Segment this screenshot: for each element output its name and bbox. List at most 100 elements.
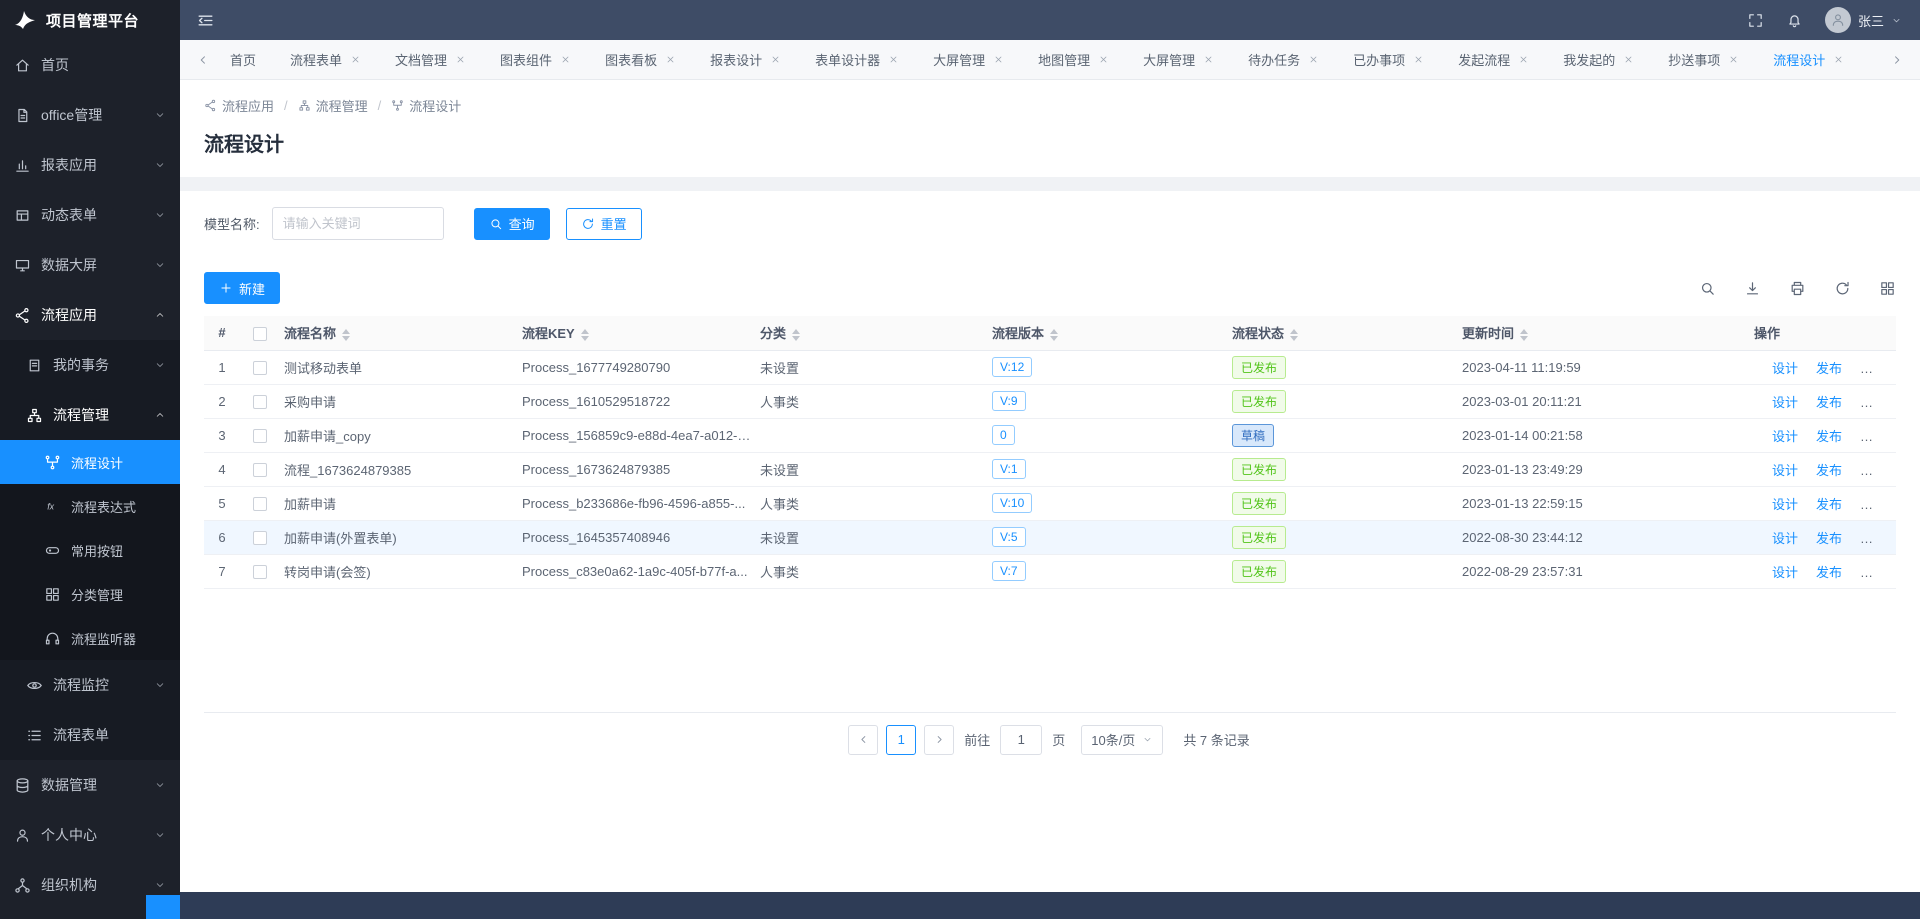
tab-close-icon[interactable] (1308, 54, 1319, 65)
row-checkbox[interactable] (253, 462, 267, 477)
breadcrumb-item[interactable]: 流程管理 (298, 96, 368, 115)
tab-close-icon[interactable] (560, 54, 571, 65)
tab-close-icon[interactable] (888, 54, 899, 65)
notification-bell-icon[interactable] (1786, 12, 1803, 29)
select-all-checkbox[interactable] (253, 326, 267, 341)
pagination-page-button[interactable]: 1 (886, 724, 917, 755)
tab[interactable]: 流程表单 (278, 40, 373, 80)
design-link[interactable]: 设计 (1772, 494, 1798, 513)
design-link[interactable]: 设计 (1772, 460, 1798, 479)
sidebar-fold-icon[interactable] (196, 11, 215, 30)
sidebar-item-process-monitor[interactable]: 流程监控 (0, 660, 180, 710)
tab-close-icon[interactable] (350, 54, 361, 65)
sidebar-item-category-manage[interactable]: 分类管理 (0, 572, 180, 616)
reset-button[interactable]: 重置 (565, 207, 642, 240)
table-row[interactable]: 4 流程_1673624879385 Process_1673624879385… (204, 452, 1896, 487)
sidebar-item-data-screen[interactable]: 数据大屏 (0, 240, 180, 290)
sidebar-item-process-expression[interactable]: 流程表达式 (0, 484, 180, 528)
tab[interactable]: 大屏管理 (921, 40, 1016, 80)
publish-link[interactable]: 发布 (1816, 494, 1842, 513)
refresh-icon[interactable] (1834, 280, 1851, 297)
sort-down-icon[interactable] (1290, 335, 1299, 341)
publish-link[interactable]: 发布 (1816, 460, 1842, 479)
sort-down-icon[interactable] (1520, 335, 1529, 341)
download-icon[interactable] (1744, 280, 1761, 297)
design-link[interactable]: 设计 (1772, 392, 1798, 411)
tab[interactable]: 抄送事项 (1656, 40, 1751, 80)
sidebar-item-workflow-manage[interactable]: 流程管理 (0, 390, 180, 440)
tab[interactable]: 发起流程 (1446, 40, 1541, 80)
pagination-goto-input[interactable] (1000, 724, 1043, 755)
design-link[interactable]: 设计 (1772, 562, 1798, 581)
table-row[interactable]: 5 加薪申请 Process_b233686e-fb96-4596-a855-.… (204, 486, 1896, 521)
tab-close-icon[interactable] (1203, 54, 1214, 65)
row-checkbox[interactable] (253, 360, 267, 375)
tabs-scroll-left[interactable] (188, 40, 218, 80)
tab-close-icon[interactable] (770, 54, 781, 65)
tab[interactable]: 已办事项 (1341, 40, 1436, 80)
sidebar-item-process-form[interactable]: 流程表单 (0, 710, 180, 760)
sidebar-item-workflow-app[interactable]: 流程应用 (0, 290, 180, 340)
sidebar-item-personal-center[interactable]: 个人中心 (0, 810, 180, 860)
publish-link[interactable]: 发布 (1816, 528, 1842, 547)
breadcrumb-item[interactable]: 流程应用 (204, 96, 274, 115)
design-link[interactable]: 设计 (1772, 528, 1798, 547)
sidebar-item-report[interactable]: 报表应用 (0, 140, 180, 190)
row-checkbox[interactable] (253, 496, 267, 511)
design-link[interactable]: 设计 (1772, 358, 1798, 377)
sidebar-item-home[interactable]: 首页 (0, 40, 180, 90)
table-row[interactable]: 7 转岗申请(会签) Process_c83e0a62-1a9c-405f-b7… (204, 554, 1896, 589)
tab-close-icon[interactable] (1623, 54, 1634, 65)
print-icon[interactable] (1789, 280, 1806, 297)
tab-close-icon[interactable] (1413, 54, 1424, 65)
row-checkbox[interactable] (253, 530, 267, 545)
tab[interactable]: 大屏管理 (1131, 40, 1226, 80)
page-size-select[interactable]: 10条/页 (1081, 724, 1164, 755)
user-menu[interactable]: 张三 (1824, 7, 1902, 33)
sort-up-icon[interactable] (1520, 328, 1529, 334)
tab-close-icon[interactable] (1833, 54, 1844, 65)
sidebar-item-office[interactable]: office管理 (0, 90, 180, 140)
tab[interactable]: 文档管理 (383, 40, 478, 80)
tab[interactable]: 我发起的 (1551, 40, 1646, 80)
search-button[interactable]: 查询 (473, 207, 550, 240)
tab-close-icon[interactable] (455, 54, 466, 65)
tab[interactable]: 待办任务 (1236, 40, 1331, 80)
table-row[interactable]: 3 加薪申请_copy Process_156859c9-e88d-4ea7-a… (204, 418, 1896, 453)
tab-close-icon[interactable] (993, 54, 1004, 65)
sidebar-item-process-design[interactable]: 流程设计 (0, 440, 180, 484)
tab-active[interactable]: 流程设计 (1761, 40, 1856, 80)
sidebar-item-common-buttons[interactable]: 常用按钮 (0, 528, 180, 572)
tabs-scroll-right[interactable] (1882, 40, 1912, 80)
publish-link[interactable]: 发布 (1816, 358, 1842, 377)
pagination-next-button[interactable] (924, 724, 955, 755)
sidebar-item-data-manage[interactable]: 数据管理 (0, 760, 180, 810)
sort-up-icon[interactable] (580, 328, 589, 334)
sort-down-icon[interactable] (342, 335, 351, 341)
sort-down-icon[interactable] (1050, 335, 1059, 341)
sort-up-icon[interactable] (1290, 328, 1299, 334)
pagination-prev-button[interactable] (848, 724, 879, 755)
sidebar-scrollbar-thumb[interactable] (146, 895, 180, 919)
model-name-input[interactable] (271, 207, 444, 240)
tab-home[interactable]: 首页 (218, 40, 268, 80)
column-setting-icon[interactable] (1879, 280, 1896, 297)
publish-link[interactable]: 发布 (1816, 392, 1842, 411)
row-checkbox[interactable] (253, 394, 267, 409)
sort-up-icon[interactable] (792, 328, 801, 334)
tab-close-icon[interactable] (1518, 54, 1529, 65)
table-row[interactable]: 2 采购申请 Process_1610529518722 人事类 V:9 已发布… (204, 384, 1896, 419)
tab[interactable]: 图表看板 (593, 40, 688, 80)
design-link[interactable]: 设计 (1772, 426, 1798, 445)
new-button[interactable]: 新建 (204, 272, 281, 304)
tab[interactable]: 地图管理 (1026, 40, 1121, 80)
publish-link[interactable]: 发布 (1816, 562, 1842, 581)
publish-link[interactable]: 发布 (1816, 426, 1842, 445)
sidebar-item-dynamic-form[interactable]: 动态表单 (0, 190, 180, 240)
tab[interactable]: 表单设计器 (803, 40, 911, 80)
table-row[interactable]: 1 测试移动表单 Process_1677749280790 未设置 V:12 … (204, 350, 1896, 385)
fullscreen-icon[interactable] (1747, 12, 1764, 29)
tab-close-icon[interactable] (665, 54, 676, 65)
tab[interactable]: 报表设计 (698, 40, 793, 80)
tab[interactable]: 图表组件 (488, 40, 583, 80)
